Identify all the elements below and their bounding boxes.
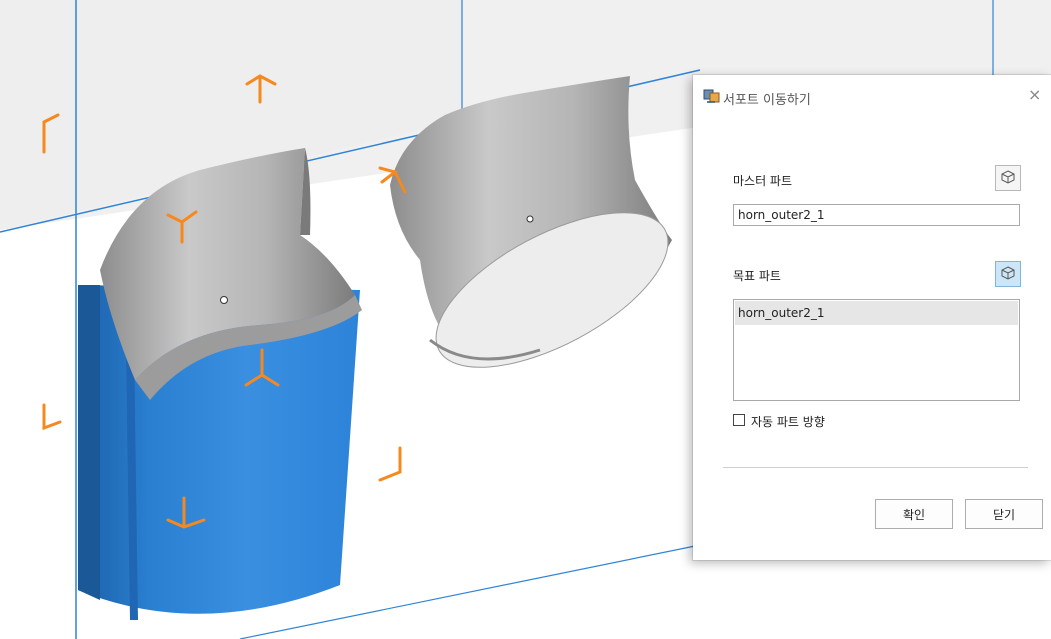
target-part-label: 목표 파트 <box>733 269 781 283</box>
selected-part-horn_outer2_1[interactable] <box>78 148 362 620</box>
master-part-label: 마스터 파트 <box>733 174 793 188</box>
target-part-pick-button[interactable] <box>995 261 1021 287</box>
close-icon[interactable]: × <box>1028 87 1041 103</box>
divider <box>723 467 1028 468</box>
list-item[interactable]: horn_outer2_1 <box>735 301 1018 325</box>
support-move-icon <box>703 87 721 105</box>
target-part-list[interactable]: horn_outer2_1 <box>733 299 1020 401</box>
dialog-title: 서포트 이동하기 <box>723 93 811 108</box>
confirm-button[interactable]: 확인 <box>875 499 953 529</box>
cube-pick-icon <box>1001 169 1015 188</box>
auto-direction-checkbox[interactable] <box>733 414 745 426</box>
cube-pick-icon <box>1001 265 1015 284</box>
close-button[interactable]: 닫기 <box>965 499 1043 529</box>
master-part-pick-button[interactable] <box>995 165 1021 191</box>
dialog-titlebar[interactable]: 서포트 이동하기 × <box>693 75 1051 119</box>
move-support-dialog: 서포트 이동하기 × 마스터 파트 목표 파트 horn_outer2_1 자동… <box>693 75 1051 560</box>
master-part-field[interactable] <box>733 204 1020 226</box>
auto-direction-label: 자동 파트 방향 <box>751 415 825 429</box>
